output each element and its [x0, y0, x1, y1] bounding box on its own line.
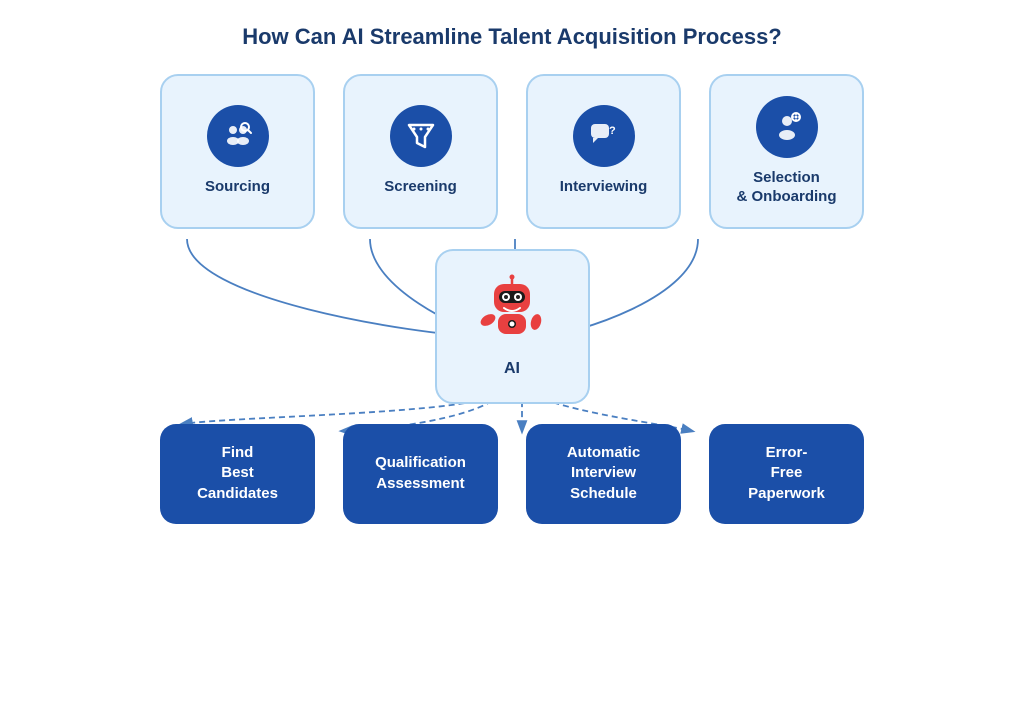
screening-label: Screening — [384, 177, 457, 197]
bottom-card-qualification: Qualification Assessment — [343, 424, 498, 524]
page-title: How Can AI Streamline Talent Acquisition… — [242, 24, 782, 50]
ai-label: AI — [504, 360, 520, 378]
top-card-screening: Screening — [343, 74, 498, 229]
paperwork-label: Error- Free Paperwork — [748, 443, 825, 504]
diagram-container: How Can AI Streamline Talent Acquisition… — [32, 14, 992, 694]
bottom-row: Find Best Candidates Qualification Asses… — [160, 424, 864, 524]
top-row: Sourcing Screening — [160, 74, 864, 229]
qualification-label: Qualification Assessment — [375, 453, 466, 494]
top-card-selection: Selection & Onboarding — [709, 74, 864, 229]
bottom-card-interview-schedule: Automatic Interview Schedule — [526, 424, 681, 524]
svg-text:?: ? — [609, 125, 616, 137]
sourcing-label: Sourcing — [205, 177, 270, 197]
selection-label: Selection & Onboarding — [737, 168, 837, 207]
bottom-card-paperwork: Error- Free Paperwork — [709, 424, 864, 524]
bottom-card-find-candidates: Find Best Candidates — [160, 424, 315, 524]
interviewing-label: Interviewing — [560, 177, 648, 197]
ai-card: AI — [435, 249, 590, 404]
screening-icon — [390, 105, 452, 167]
sourcing-icon — [207, 105, 269, 167]
find-candidates-label: Find Best Candidates — [197, 443, 278, 504]
middle-row: AI — [435, 249, 590, 404]
interviewing-icon: ? — [573, 105, 635, 167]
interview-schedule-label: Automatic Interview Schedule — [567, 443, 640, 504]
selection-icon — [756, 96, 818, 158]
top-card-interviewing: ? Interviewing — [526, 74, 681, 229]
robot-icon — [472, 274, 552, 354]
top-card-sourcing: Sourcing — [160, 74, 315, 229]
